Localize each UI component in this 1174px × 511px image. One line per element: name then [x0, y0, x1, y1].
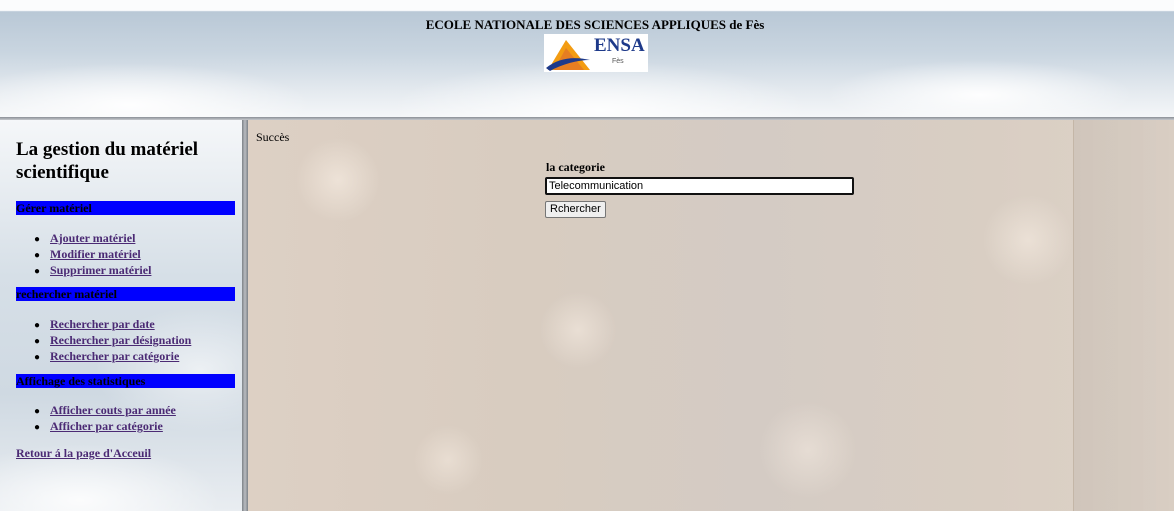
bullet-icon: ● [34, 406, 41, 417]
status-message: Succès [256, 130, 290, 144]
menu-statistics: ● Afficher couts par année ● Afficher par … [34, 403, 176, 435]
list-item: ● Supprimer matériel [34, 263, 151, 279]
bullet-icon: ● [34, 266, 41, 277]
list-item: ● Afficher par catégorie [34, 419, 176, 435]
search-button[interactable]: Rchercher [545, 201, 606, 218]
banner-top-strip [0, 0, 1174, 10]
list-item: ● Modifier matériel [34, 247, 151, 263]
menu-search: ● Rechercher par date ● Rechercher par dés… [34, 317, 191, 365]
list-item: ● Afficher couts par année [34, 403, 176, 419]
link-delete-material[interactable]: Supprimer matériel [50, 263, 151, 277]
header-banner: ECOLE NATIONALE DES SCIENCES APPLIQUES d… [0, 0, 1174, 117]
link-costs-by-year[interactable]: Afficher couts par année [50, 403, 176, 417]
link-search-by-date[interactable]: Rechercher par date [50, 317, 155, 331]
category-input[interactable] [545, 177, 854, 195]
logo-text: ENSA [594, 35, 645, 56]
sidebar-title: La gestion du matériel scientifique [16, 139, 199, 183]
section-header-statistics: Affichage des statistiques [16, 374, 235, 388]
list-item: ● Rechercher par date [34, 317, 191, 333]
link-search-by-category[interactable]: Rechercher par catégorie [50, 349, 179, 363]
bullet-icon: ● [34, 336, 41, 347]
sidebar: La gestion du matériel scientifique Gére… [0, 120, 242, 511]
category-label: la categorie [546, 160, 605, 174]
main-content: Succès la categorie Rchercher [248, 120, 1174, 511]
logo-subtext: Fès [612, 58, 624, 65]
bullet-icon: ● [34, 320, 41, 331]
link-show-by-category[interactable]: Afficher par catégorie [50, 419, 163, 433]
link-add-material[interactable]: Ajouter matériel [50, 231, 135, 245]
section-header-search: rechercher matériel [16, 287, 235, 301]
bullet-icon: ● [34, 422, 41, 433]
background-panel [1073, 120, 1174, 511]
school-title: ECOLE NATIONALE DES SCIENCES APPLIQUES d… [425, 17, 765, 32]
bullet-icon: ● [34, 352, 41, 363]
bullet-icon: ● [34, 234, 41, 245]
list-item: ● Ajouter matériel [34, 231, 151, 247]
list-item: ● Rechercher par désignation [34, 333, 191, 349]
ensa-logo: ENSA Fès [544, 34, 648, 72]
section-header-manage: Gérer matériel [16, 201, 235, 215]
link-search-by-designation[interactable]: Rechercher par désignation [50, 333, 191, 347]
list-item: ● Rechercher par catégorie [34, 349, 191, 365]
back-home-link[interactable]: Retour á la page d'Acceuil [16, 446, 151, 461]
link-edit-material[interactable]: Modifier matériel [50, 247, 141, 261]
bullet-icon: ● [34, 250, 41, 261]
menu-manage: ● Ajouter matériel ● Modifier matériel ● Su… [34, 231, 151, 279]
